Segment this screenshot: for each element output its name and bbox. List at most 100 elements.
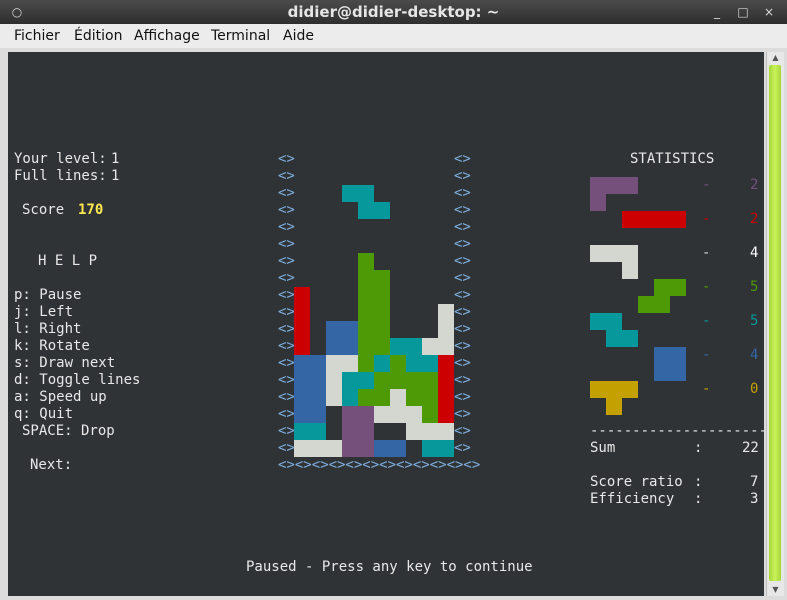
window-title: didier@didier-desktop: ~	[287, 3, 500, 21]
board-floor: <><><><><><><><><><><><>	[278, 457, 481, 473]
block-cell	[374, 287, 390, 304]
block-cell	[374, 389, 390, 406]
stat-piece-cell	[654, 279, 670, 296]
menu-edition[interactable]: Édition	[74, 27, 122, 45]
block-cell	[358, 202, 374, 219]
block-cell	[358, 185, 374, 202]
block-cell	[342, 389, 358, 406]
stat-count: 2	[750, 177, 759, 193]
block-cell	[390, 338, 406, 355]
block-cell	[358, 440, 374, 457]
sum-label: Sum	[590, 440, 616, 456]
block-cell	[374, 440, 390, 457]
stat-piece-cell	[606, 177, 622, 194]
help-title: H E L P	[38, 253, 98, 269]
block-cell	[406, 406, 422, 423]
scroll-up-icon[interactable]: ▲	[767, 52, 784, 64]
stat-piece-cell	[606, 330, 622, 347]
wall-right: <>	[454, 270, 471, 286]
help-line: p: Pause	[14, 287, 82, 303]
stat-dash: -	[702, 381, 711, 397]
wall-left: <>	[278, 372, 295, 388]
wall-right: <>	[454, 253, 471, 269]
wall-right: <>	[454, 185, 471, 201]
block-cell	[326, 372, 342, 389]
block-cell	[342, 185, 358, 202]
wall-left: <>	[278, 270, 295, 286]
block-cell	[294, 423, 310, 440]
block-cell	[422, 440, 438, 457]
menu-affichage[interactable]: Affichage	[134, 27, 200, 45]
stat-piece-cell	[606, 245, 622, 262]
stat-piece-cell	[590, 194, 606, 211]
block-cell	[406, 338, 422, 355]
stat-piece-cell	[622, 262, 638, 279]
block-cell	[294, 440, 310, 457]
stat-piece-cell	[590, 177, 606, 194]
wall-left: <>	[278, 406, 295, 422]
stat-piece-cell	[622, 211, 638, 228]
stat-piece-cell	[638, 211, 654, 228]
block-cell	[422, 338, 438, 355]
stat-piece-cell	[590, 381, 606, 398]
stat-piece-cell	[606, 398, 622, 415]
stat-piece-cell	[606, 313, 622, 330]
menu-aide[interactable]: Aide	[283, 27, 314, 45]
block-cell	[326, 321, 342, 338]
block-cell	[374, 355, 390, 372]
score-ratio-colon: :	[694, 474, 703, 490]
block-cell	[406, 372, 422, 389]
stat-count: 4	[750, 347, 759, 363]
stats-separator: ----------------------	[590, 423, 776, 439]
help-line: k: Rotate	[14, 338, 90, 354]
block-cell	[294, 355, 310, 372]
wall-left: <>	[278, 219, 295, 235]
wall-left: <>	[278, 355, 295, 371]
block-cell	[390, 355, 406, 372]
block-cell	[294, 372, 310, 389]
full-lines-value: 1	[111, 168, 120, 184]
block-cell	[310, 423, 326, 440]
sum-value: 22	[742, 440, 759, 456]
wall-left: <>	[278, 440, 295, 456]
wall-right: <>	[454, 287, 471, 303]
block-cell	[342, 372, 358, 389]
menu-terminal[interactable]: Terminal	[211, 27, 270, 45]
stat-piece-cell	[622, 177, 638, 194]
block-cell	[438, 321, 454, 338]
scroll-down-icon[interactable]: ▼	[767, 584, 784, 596]
stat-dash: -	[702, 347, 711, 363]
menu-fichier[interactable]: Fichier	[14, 27, 60, 45]
help-line: SPACE: Drop	[22, 423, 115, 439]
block-cell	[358, 270, 374, 287]
minimize-icon[interactable]: _	[708, 3, 726, 21]
wall-right: <>	[454, 219, 471, 235]
block-cell	[422, 372, 438, 389]
block-cell	[294, 338, 310, 355]
block-cell	[294, 304, 310, 321]
block-cell	[358, 355, 374, 372]
stat-piece-cell	[654, 211, 670, 228]
block-cell	[358, 304, 374, 321]
wall-left: <>	[278, 202, 295, 218]
help-line: j: Left	[14, 304, 74, 320]
block-cell	[342, 440, 358, 457]
block-cell	[294, 406, 310, 423]
wall-right: <>	[454, 423, 471, 439]
wall-right: <>	[454, 406, 471, 422]
block-cell	[358, 389, 374, 406]
scroll-thumb[interactable]	[769, 65, 781, 581]
close-icon[interactable]: ×	[760, 3, 778, 21]
stat-piece-cell	[670, 347, 686, 364]
block-cell	[294, 321, 310, 338]
stat-count: 5	[750, 279, 759, 295]
menu-bar: Fichier Édition Affichage Terminal Aide	[0, 24, 787, 48]
scrollbar[interactable]: ▲ ▼	[766, 52, 784, 596]
stat-count: 2	[750, 211, 759, 227]
block-cell	[438, 372, 454, 389]
block-cell	[438, 423, 454, 440]
block-cell	[358, 338, 374, 355]
maximize-icon[interactable]: □	[734, 3, 752, 21]
block-cell	[374, 372, 390, 389]
terminal-screen[interactable]: Your level: 1 Full lines: 1 Score 170 H …	[8, 52, 775, 596]
